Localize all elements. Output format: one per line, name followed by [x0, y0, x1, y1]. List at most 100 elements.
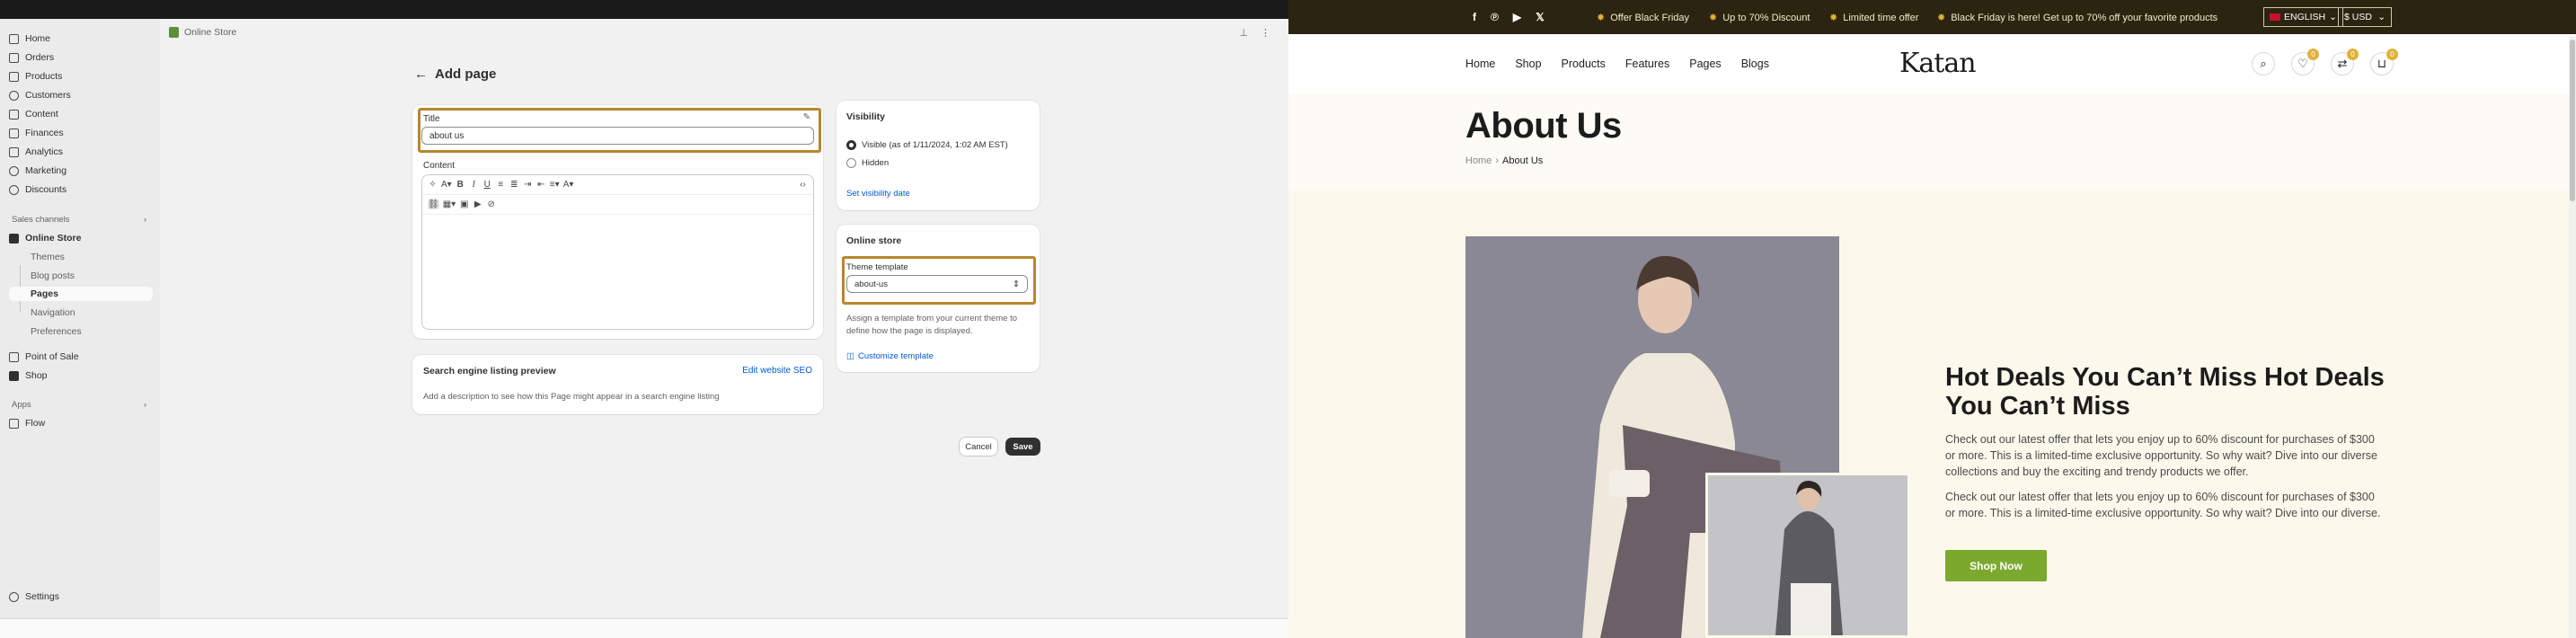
- sidebar-item-discounts[interactable]: Discounts: [9, 182, 66, 198]
- sidebar-item-customers[interactable]: Customers: [9, 87, 71, 103]
- facebook-icon[interactable]: f: [1473, 11, 1476, 23]
- nav-item-features[interactable]: Features: [1625, 58, 1669, 70]
- tag-icon: [9, 71, 19, 82]
- sidebar-item-analytics[interactable]: Analytics: [9, 144, 63, 160]
- admin-panel: Home Orders Products Customers Content F…: [0, 0, 1288, 638]
- more-icon[interactable]: ⋮: [1261, 27, 1270, 39]
- align-dropdown[interactable]: ≡▾: [550, 180, 560, 190]
- shopify-bag-icon: [169, 27, 179, 38]
- sparkle-icon: ✸: [1709, 13, 1718, 23]
- sidebar-sub-pages[interactable]: Pages: [9, 287, 153, 301]
- sidebar-item-label: Settings: [25, 591, 59, 602]
- sidebar-sub-themes[interactable]: Themes: [31, 250, 65, 264]
- online-store-title: Online store: [846, 235, 902, 246]
- scrollbar-thumb[interactable]: [2570, 40, 2575, 201]
- youtube-icon[interactable]: ▶: [1513, 11, 1521, 23]
- outdent-icon[interactable]: ⇤: [536, 180, 546, 190]
- italic-icon[interactable]: I: [469, 180, 479, 190]
- set-visibility-date-link[interactable]: Set visibility date: [846, 189, 910, 199]
- nav-item-shop[interactable]: Shop: [1515, 58, 1541, 70]
- breadcrumb: Home › About Us: [1465, 155, 1543, 166]
- sidebar-item-flow[interactable]: Flow: [9, 415, 45, 431]
- sidebar-item-orders[interactable]: Orders: [9, 49, 54, 66]
- currency-selector[interactable]: $ USD ⌄: [2338, 7, 2392, 27]
- x-icon[interactable]: 𝕏: [1536, 11, 1545, 23]
- announcement-text: Limited time offer: [1843, 12, 1919, 23]
- sidebar-item-label: Online Store: [25, 233, 82, 244]
- sidebar-item-marketing[interactable]: Marketing: [9, 163, 66, 179]
- editor-body[interactable]: [422, 215, 813, 329]
- social-links: f ℗ ▶ 𝕏: [1473, 11, 1545, 23]
- sidebar-item-label: Products: [25, 71, 63, 82]
- visibility-card: Visibility Visible (as of 1/11/2024, 1:0…: [837, 101, 1040, 210]
- nav-item-products[interactable]: Products: [1562, 58, 1606, 70]
- scrollbar[interactable]: [2569, 36, 2576, 638]
- back-arrow-icon[interactable]: ←: [414, 66, 428, 82]
- cart-button[interactable]: ⊔ 0: [2370, 49, 2398, 75]
- announcement-text: Offer Black Friday: [1610, 12, 1690, 23]
- sidebar-item-settings[interactable]: Settings: [9, 589, 59, 605]
- sidebar-sub-preferences[interactable]: Preferences: [31, 324, 82, 339]
- announcement-bar: f ℗ ▶ 𝕏 ✸ Offer Black Friday ✸ Up to 70% D…: [1288, 0, 2576, 34]
- edit-seo-link[interactable]: Edit website SEO: [742, 366, 812, 376]
- announcement-item: ✸ Black Friday is here! Get up to 70% off…: [1937, 12, 2217, 24]
- customize-icon: ◫: [846, 351, 854, 361]
- language-selector[interactable]: ENGLISH ⌄: [2263, 7, 2343, 27]
- visible-option[interactable]: Visible (as of 1/11/2024, 1:02 AM EST): [846, 140, 1008, 150]
- wishlist-count-badge: 0: [2307, 49, 2319, 60]
- sidebar-item-label: Discounts: [25, 184, 67, 195]
- underline-icon[interactable]: U: [482, 180, 492, 190]
- compare-button[interactable]: ⇄ 0: [2331, 49, 2359, 75]
- bullet-list-icon[interactable]: ≡: [496, 180, 506, 190]
- sales-channels-header[interactable]: Sales channels ›: [12, 215, 146, 225]
- sidebar-item-content[interactable]: Content: [9, 106, 58, 122]
- sidebar-item-shop[interactable]: Shop: [9, 368, 48, 384]
- search-button[interactable]: ⌕: [2252, 52, 2275, 75]
- radio-selected[interactable]: [846, 140, 856, 150]
- sidebar-item-home[interactable]: Home: [9, 31, 50, 47]
- numbered-list-icon[interactable]: ≣: [509, 180, 519, 190]
- customize-template-link[interactable]: ◫ Customize template: [846, 351, 934, 361]
- orders-icon: [9, 52, 19, 63]
- pin-icon[interactable]: ⊥: [1239, 27, 1248, 39]
- breadcrumb-current: About Us: [1502, 155, 1544, 166]
- breadcrumb-home[interactable]: Home: [1465, 155, 1492, 166]
- indent-icon[interactable]: ⇥: [523, 180, 533, 190]
- apps-header[interactable]: Apps ›: [12, 400, 146, 410]
- image-icon[interactable]: ▣: [459, 199, 469, 209]
- page-heading: About Us: [1465, 106, 1622, 146]
- radio-unselected[interactable]: [846, 158, 856, 168]
- text-style-dropdown[interactable]: A▾: [441, 180, 452, 190]
- block-icon[interactable]: ⊘: [486, 199, 496, 209]
- sidebar-sub-blog-posts[interactable]: Blog posts: [31, 269, 75, 283]
- save-button[interactable]: Save: [1005, 438, 1040, 456]
- video-icon[interactable]: ▶: [473, 199, 482, 209]
- shop-now-button[interactable]: Shop Now: [1945, 550, 2047, 581]
- sidebar-item-finances[interactable]: Finances: [9, 125, 64, 141]
- sidebar-sub-navigation[interactable]: Navigation: [31, 306, 75, 320]
- sidebar-item-products[interactable]: Products: [9, 68, 62, 84]
- table-icon[interactable]: ▦▾: [443, 199, 456, 209]
- store-logo[interactable]: Katan: [1899, 48, 1977, 79]
- sidebar-item-pos[interactable]: Point of Sale: [9, 349, 79, 365]
- cancel-button[interactable]: Cancel: [960, 438, 997, 456]
- nav-item-blogs[interactable]: Blogs: [1741, 58, 1769, 70]
- text-color-dropdown[interactable]: A▾: [563, 180, 574, 190]
- section-title: Sales channels: [12, 215, 70, 225]
- hidden-option[interactable]: Hidden: [846, 158, 889, 168]
- wishlist-button[interactable]: ♡ 0: [2291, 49, 2319, 75]
- announcement-item: ✸ Limited time offer: [1829, 12, 1919, 24]
- announcement-item: ✸ Up to 70% Discount: [1709, 12, 1810, 24]
- code-view-icon[interactable]: ‹›: [798, 180, 808, 190]
- link-icon[interactable]: ⛓: [428, 199, 439, 209]
- visibility-title: Visibility: [846, 111, 885, 122]
- nav-item-home[interactable]: Home: [1465, 58, 1495, 70]
- sidebar-item-label: Orders: [25, 52, 55, 63]
- ai-icon[interactable]: ✧: [428, 180, 438, 190]
- sidebar-item-online-store[interactable]: Online Store: [9, 230, 81, 246]
- bold-icon[interactable]: B: [456, 180, 465, 190]
- flow-icon: [9, 418, 19, 429]
- pinterest-icon[interactable]: ℗: [1491, 11, 1499, 23]
- nav-item-pages[interactable]: Pages: [1689, 58, 1721, 70]
- sparkle-icon: ✸: [1829, 13, 1838, 23]
